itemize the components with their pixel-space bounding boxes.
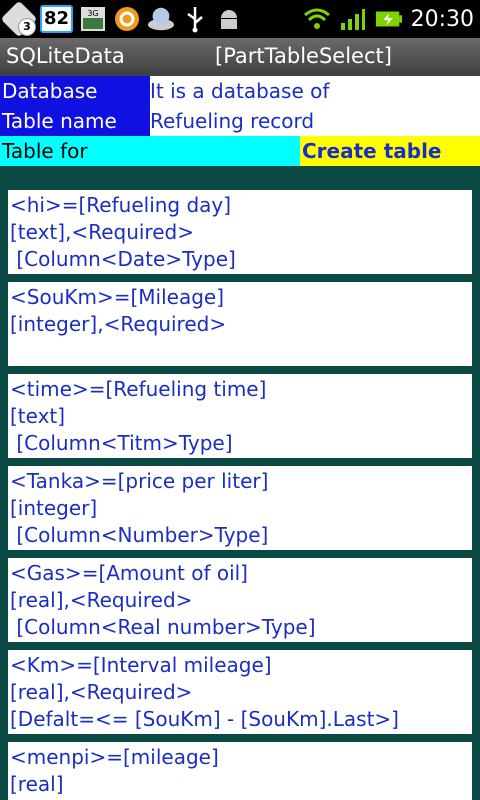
table-name-value: Refueling record	[150, 106, 480, 136]
usb-icon	[181, 5, 209, 33]
column-type: [integer],<Required>	[10, 312, 227, 336]
signal-icon	[339, 5, 367, 33]
column-card-hi[interactable]: <hi>=[Refueling day] [text],<Required> […	[8, 190, 472, 274]
android-icon	[215, 5, 243, 33]
column-type: [text],<Required>	[10, 220, 194, 244]
column-type: [real],<Required>	[10, 588, 193, 612]
title-bar: SQLiteData [PartTableSelect]	[0, 38, 480, 76]
notification-icon[interactable]: 3	[0, 0, 38, 38]
column-format: [Column<Date>Type]	[10, 247, 236, 271]
orange-app-icon	[113, 5, 141, 33]
screen-name: [PartTableSelect]	[215, 44, 392, 68]
database-row: Database name It is a database of demons…	[0, 76, 480, 133]
column-type: [text]	[10, 404, 66, 428]
tray-icon	[147, 5, 175, 33]
database-name-label: Database name	[0, 76, 150, 133]
table-name-label: Table name	[0, 106, 150, 136]
column-card-tanka[interactable]: <Tanka>=[price per liter] [integer] [Col…	[8, 466, 472, 550]
status-bar: 3 82 3G 20:30	[0, 0, 480, 38]
column-card-menpi[interactable]: <menpi>=[mileage] [real]	[8, 742, 472, 800]
column-type: [real],<Required>	[10, 680, 193, 704]
column-card-time[interactable]: <time>=[Refueling time] [text] [Column<T…	[8, 374, 472, 458]
gallery-3g-icon: 3G	[79, 5, 107, 33]
column-name: <hi>=[Refueling day]	[10, 193, 232, 217]
column-format: [Column<Real number>Type]	[10, 615, 316, 639]
column-type: [real]	[10, 772, 64, 796]
battery-charging-icon	[375, 5, 403, 33]
create-table-button[interactable]: Create table	[300, 136, 480, 166]
database-name-value: It is a database of demonstration	[150, 76, 480, 133]
column-name: <Km>=[Interval mileage]	[10, 653, 272, 677]
battery-percent-icon: 82	[40, 5, 74, 33]
table-for-row: Table for Create table	[0, 136, 480, 166]
table-row: Table name Refueling record	[0, 106, 480, 136]
column-format: [Defalt=<= [SouKm] - [SouKm].Last>]	[10, 707, 399, 731]
column-card-km[interactable]: <Km>=[Interval mileage] [real],<Required…	[8, 650, 472, 734]
table-for-label: Table for	[0, 136, 300, 166]
column-name: <Tanka>=[price per liter]	[10, 469, 269, 493]
svg-text:3G: 3G	[87, 9, 98, 18]
wifi-icon	[303, 5, 331, 33]
column-name: <menpi>=[mileage]	[10, 745, 219, 769]
column-type: [integer]	[10, 496, 98, 520]
status-right-icons: 20:30	[303, 3, 474, 35]
column-format: [Column<Number>Type]	[10, 523, 269, 547]
column-name: <Gas>=[Amount of oil]	[10, 561, 248, 585]
column-format: [Column<Titm>Type]	[10, 431, 233, 455]
status-left-icons: 3 82 3G	[0, 0, 243, 38]
status-time: 20:30	[410, 6, 474, 32]
column-name: <SouKm>=[Mileage]	[10, 285, 225, 309]
column-card-soukm[interactable]: <SouKm>=[Mileage] [integer],<Required>	[8, 282, 472, 366]
app-name: SQLiteData	[6, 44, 125, 68]
notification-count: 3	[18, 18, 36, 36]
column-name: <time>=[Refueling time]	[10, 377, 267, 401]
column-card-gas[interactable]: <Gas>=[Amount of oil] [real],<Required> …	[8, 558, 472, 642]
